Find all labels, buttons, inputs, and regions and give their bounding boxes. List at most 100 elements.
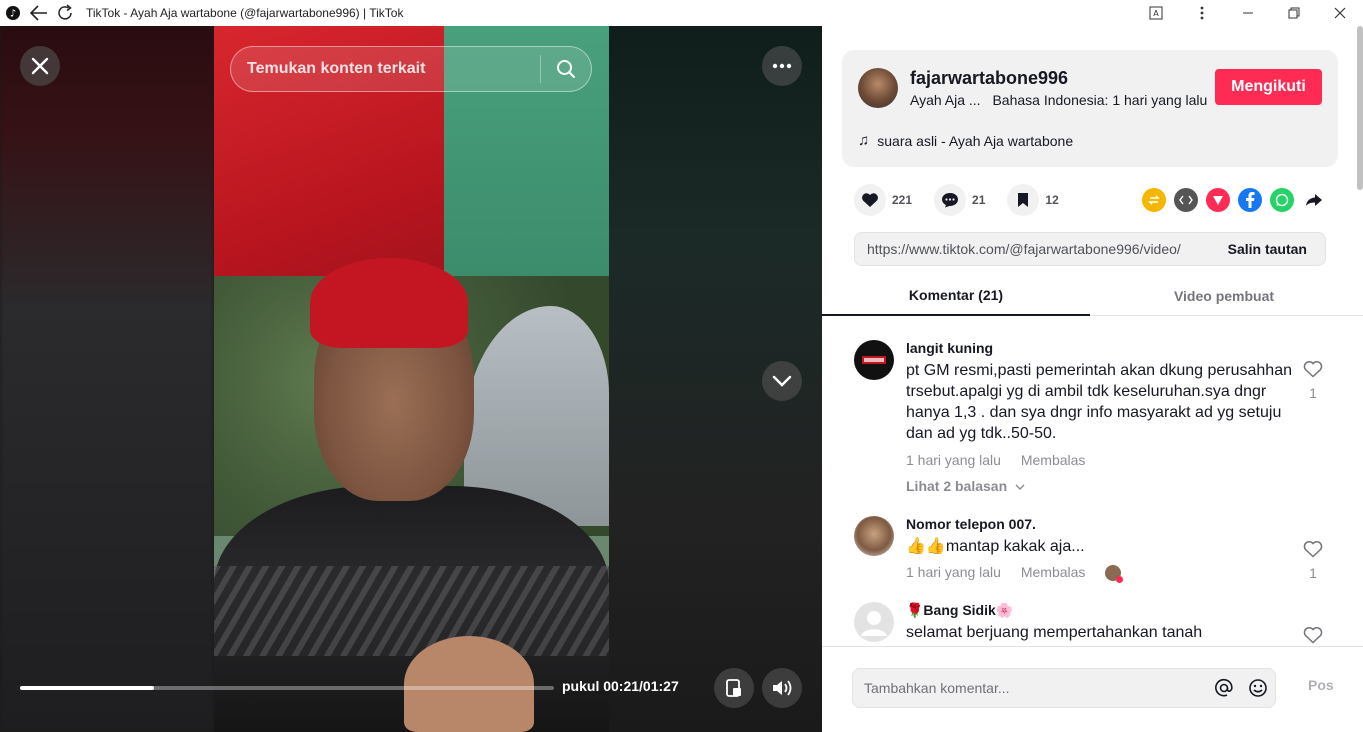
- reply-button[interactable]: Membalas: [1021, 564, 1086, 580]
- author-display-name[interactable]: Ayah Aja ...: [910, 92, 981, 108]
- chevron-down-icon: [772, 375, 792, 387]
- comment-text: selamat berjuang mempertahankan tanah: [906, 624, 1203, 641]
- view-replies-button[interactable]: Lihat 2 balasan: [906, 478, 1025, 494]
- commenter-avatar[interactable]: [854, 602, 894, 642]
- heart-icon[interactable]: [854, 184, 886, 216]
- search-button[interactable]: [541, 47, 591, 91]
- back-icon[interactable]: [26, 0, 52, 26]
- commenter-name[interactable]: 🌹Bang Sidik🌸: [906, 602, 1013, 619]
- video-url[interactable]: https://www.tiktok.com/@fajarwartabone99…: [855, 241, 1210, 257]
- close-window-icon[interactable]: [1317, 0, 1363, 26]
- author-meta: Ayah Aja ... Bahasa Indonesia: 1 hari ya…: [910, 92, 1207, 108]
- window-title: TikTok - Ayah Aja wartabone (@fajarwarta…: [86, 6, 404, 20]
- menu-dots-icon[interactable]: [1179, 0, 1225, 26]
- embed-icon[interactable]: [1174, 188, 1198, 212]
- heart-outline-icon: [1303, 361, 1323, 378]
- following-button[interactable]: Mengikuti: [1215, 69, 1322, 105]
- commenter-avatar[interactable]: [854, 340, 894, 380]
- picture-in-picture-icon: [726, 679, 741, 697]
- music-note-icon: ♫: [858, 132, 870, 149]
- comment-list: langit kuning pt GM resmi,pasti pemerint…: [822, 316, 1363, 646]
- comment-like[interactable]: [1301, 626, 1325, 646]
- comment-meta: 1 hari yang lalu Membalas: [906, 452, 1085, 468]
- panel-scrollbar[interactable]: [1357, 26, 1363, 190]
- search-icon: [557, 60, 575, 78]
- svg-text:A: A: [1153, 9, 1159, 18]
- emoji-icon[interactable]: [1241, 669, 1275, 707]
- whatsapp-icon[interactable]: [1270, 188, 1294, 212]
- comment-item: 🌹Bang Sidik🌸 selamat berjuang mempertaha…: [854, 602, 1344, 646]
- floating-player-button[interactable]: [714, 668, 754, 708]
- comment-text: pt GM resmi,pasti pemerintah akan dkung …: [906, 362, 1292, 442]
- commenter-name[interactable]: langit kuning: [906, 340, 993, 356]
- reply-button[interactable]: Membalas: [1021, 452, 1086, 468]
- music-link[interactable]: ♫ suara asli - Ayah Aja wartabone: [858, 132, 1073, 149]
- save-count: 12: [1045, 193, 1059, 207]
- comment-item: Nomor telepon 007. 👍👍mantap kakak aja...…: [854, 516, 1344, 596]
- comment-count: 21: [972, 193, 986, 207]
- related-search-input[interactable]: [231, 47, 540, 91]
- close-video-button[interactable]: [20, 46, 60, 86]
- time-display: 00:21/01:27: [603, 678, 679, 694]
- heart-outline-icon: [1303, 627, 1323, 644]
- author-username[interactable]: fajarwartabone996: [910, 68, 1068, 89]
- comment-input-box: [852, 668, 1276, 708]
- chevron-down-icon: [1015, 484, 1025, 490]
- facebook-icon[interactable]: [1238, 188, 1262, 212]
- video-time: pukul 00:21/01:27: [562, 678, 679, 694]
- restore-icon[interactable]: [1271, 0, 1317, 26]
- window-titlebar: ♪ TikTok - Ayah Aja wartabone (@fajarwar…: [0, 0, 1363, 26]
- more-options-button[interactable]: [762, 46, 802, 86]
- comment-composer: Pos: [822, 646, 1363, 732]
- video-player[interactable]: pukul 00:21/01:27: [0, 26, 822, 732]
- music-title[interactable]: suara asli - Ayah Aja wartabone: [877, 133, 1073, 149]
- post-language-time: Bahasa Indonesia: 1 hari yang lalu: [992, 92, 1208, 108]
- svg-text:♪: ♪: [10, 9, 16, 20]
- save-action[interactable]: 12: [1007, 184, 1059, 216]
- comment-time: 1 hari yang lalu: [906, 564, 1001, 580]
- comment-like-count: 1: [1309, 565, 1317, 581]
- repost-icon[interactable]: [1142, 188, 1166, 212]
- comment-action[interactable]: 21: [934, 184, 985, 216]
- like-count: 221: [892, 193, 913, 207]
- mention-icon[interactable]: [1207, 669, 1241, 707]
- author-avatar[interactable]: [858, 68, 898, 108]
- commenter-name[interactable]: Nomor telepon 007.: [906, 516, 1036, 532]
- comment-like[interactable]: 1: [1301, 540, 1325, 581]
- tab-creator-videos[interactable]: Video pembuat: [1090, 276, 1358, 316]
- panel-tabs: Komentar (21) Video pembuat: [822, 276, 1363, 316]
- tiktok-logo-icon: ♪: [0, 0, 26, 26]
- tab-comments[interactable]: Komentar (21): [822, 276, 1090, 316]
- bookmark-icon[interactable]: [1007, 184, 1040, 216]
- more-dots-icon: [772, 63, 792, 69]
- comment-like-count: 1: [1309, 385, 1317, 401]
- translate-icon[interactable]: A: [1133, 0, 1179, 26]
- next-video-button[interactable]: [762, 361, 802, 401]
- comment-meta: 1 hari yang lalu Membalas: [906, 564, 1124, 584]
- comment-input[interactable]: [853, 669, 1207, 707]
- comment-text: 👍👍mantap kakak aja...: [906, 538, 1085, 555]
- video-frame[interactable]: [214, 26, 609, 732]
- video-progress-fill: [20, 686, 154, 690]
- creator-liked-avatar: [1105, 565, 1124, 584]
- share-arrow-icon[interactable]: [1302, 188, 1326, 212]
- reload-icon[interactable]: [52, 0, 78, 26]
- comment-like[interactable]: 1: [1301, 360, 1325, 401]
- copy-link-box: https://www.tiktok.com/@fajarwartabone99…: [854, 232, 1326, 266]
- comment-bubble-icon[interactable]: [934, 184, 967, 216]
- post-comment-button[interactable]: Pos: [1308, 677, 1334, 693]
- volume-icon: [773, 680, 792, 696]
- volume-button[interactable]: [762, 668, 802, 708]
- share-icons: [1142, 188, 1334, 212]
- comment-time: 1 hari yang lalu: [906, 452, 1001, 468]
- time-prefix: pukul: [562, 678, 600, 694]
- video-progress-bar[interactable]: [20, 686, 554, 690]
- like-action[interactable]: 221: [854, 184, 912, 216]
- copy-link-button[interactable]: Salin tautan: [1210, 241, 1325, 257]
- video-blur-background: [0, 26, 214, 732]
- comment-item: langit kuning pt GM resmi,pasti pemerint…: [854, 340, 1344, 510]
- send-icon[interactable]: [1206, 188, 1230, 212]
- minimize-icon[interactable]: [1225, 0, 1271, 26]
- commenter-avatar[interactable]: [854, 516, 894, 556]
- related-search-bar[interactable]: [230, 46, 592, 92]
